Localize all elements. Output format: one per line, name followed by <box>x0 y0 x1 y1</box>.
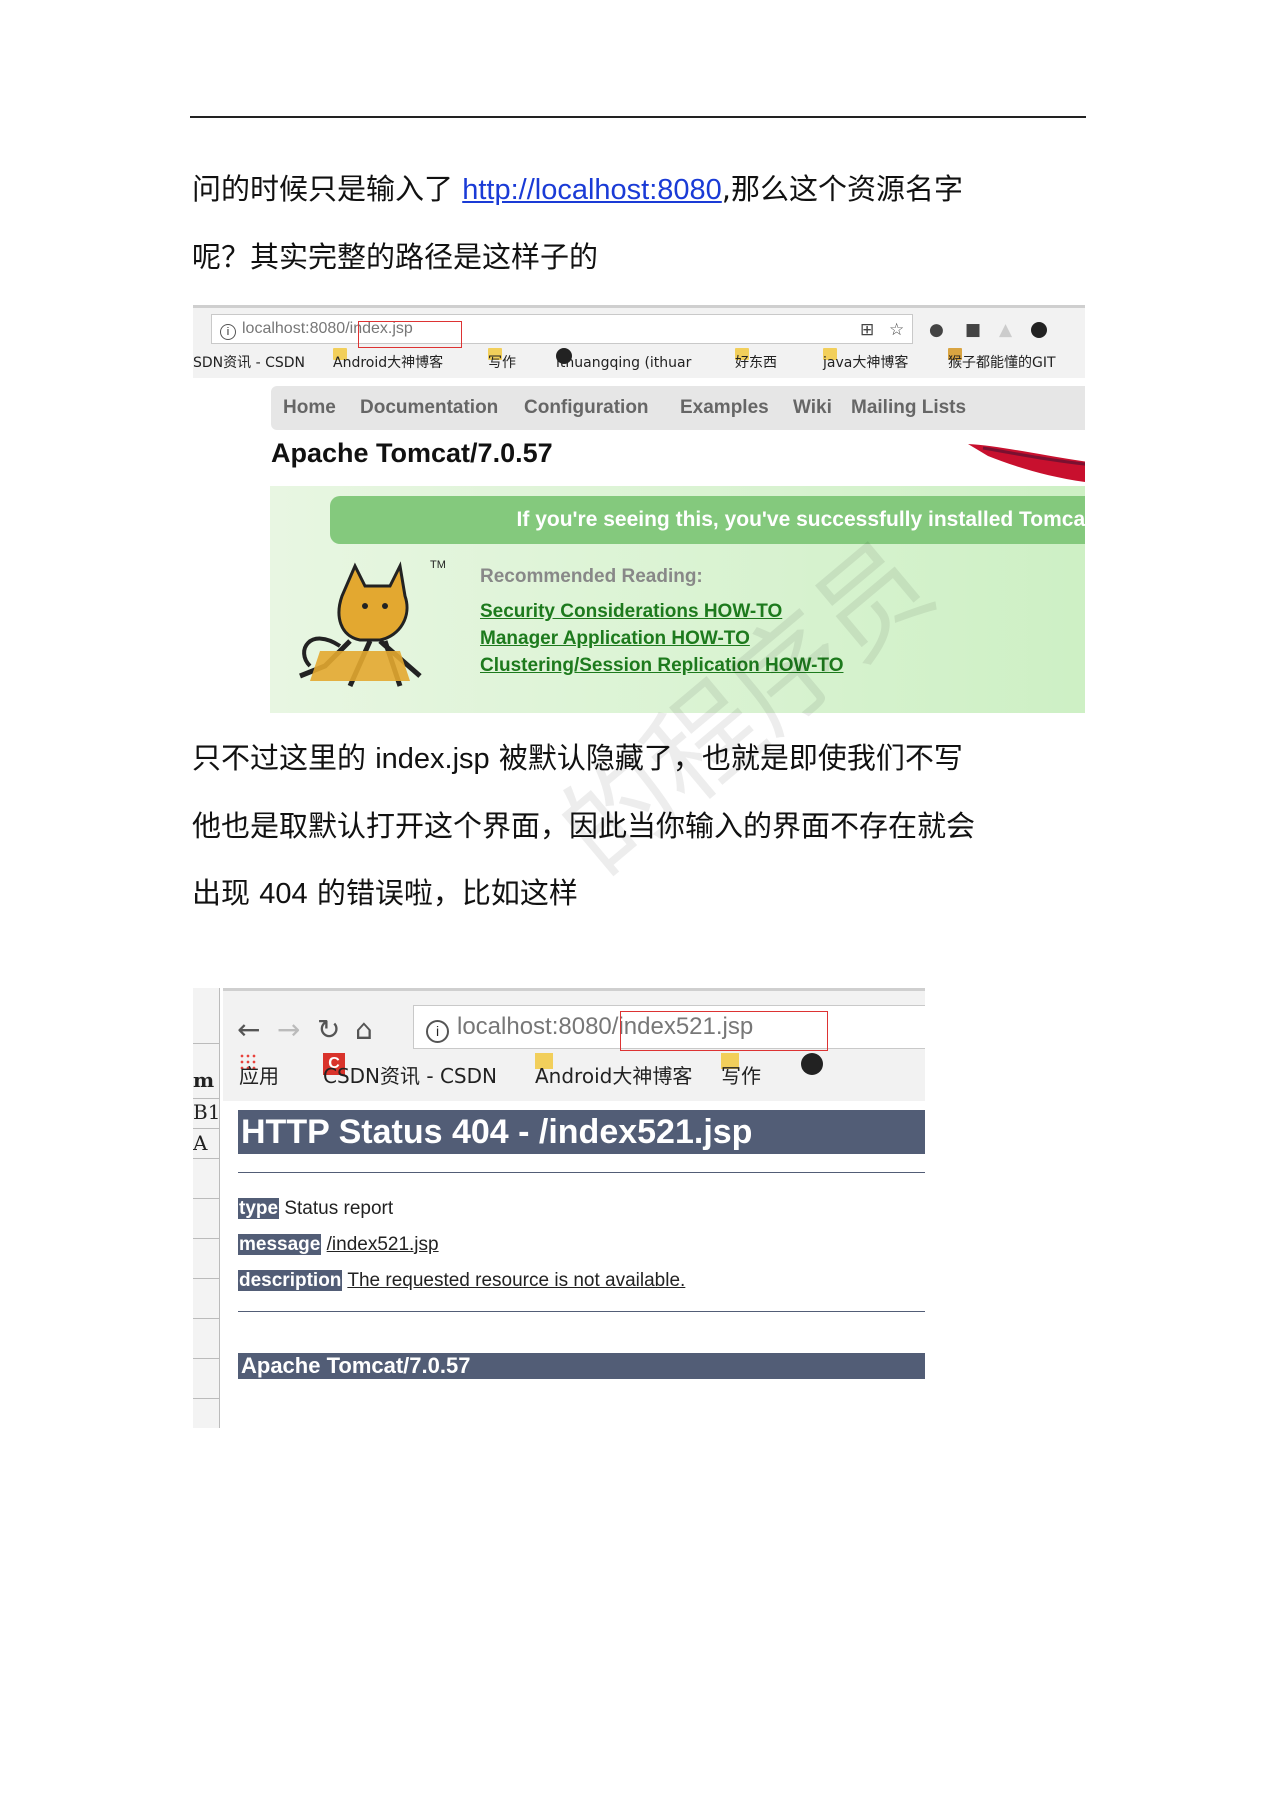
number-text: 404 <box>259 878 308 910</box>
divider <box>193 1278 219 1279</box>
bookmark-label: java大神博客 <box>823 355 909 371</box>
url-host: localhost:8080 <box>457 1013 612 1040</box>
left-tag: m <box>193 1068 215 1092</box>
localhost-link[interactable]: http://localhost:8080 <box>462 174 722 206</box>
browser-chrome: ← → ↻ ⌂ i localhost:8080/index521.jsp 应用 … <box>223 988 925 1101</box>
bookmark-label: 写作 <box>721 1064 761 1088</box>
description-row: description The requested resource is no… <box>238 1270 685 1292</box>
bookmarks-bar: 应用 C CSDN资讯 - CSDN Android大神博客 写作 <box>223 1053 925 1099</box>
forward-arrow-icon[interactable]: → <box>277 1013 300 1046</box>
divider <box>193 1198 219 1199</box>
bulb-icon[interactable]: ● <box>929 320 944 340</box>
info-icon: i <box>426 1020 449 1043</box>
text: 被默认隐藏了，也就是即使我们不写 <box>489 741 963 775</box>
status-heading: HTTP Status 404 - /index521.jsp <box>238 1110 925 1154</box>
text: 问的时候只是输入了 <box>192 172 463 206</box>
text: ,那么这个资源名字 <box>721 172 964 206</box>
home-icon[interactable]: ⌂ <box>355 1013 373 1046</box>
manager-link[interactable]: Manager Application HOW-TO <box>480 628 750 650</box>
trademark-label: TM <box>430 559 446 571</box>
reload-icon[interactable]: ↻ <box>317 1013 340 1046</box>
bookmark-label: 好东西 <box>735 355 777 371</box>
nav-configuration[interactable]: Configuration <box>524 386 649 430</box>
text: 的错误啦，比如这样 <box>307 876 578 910</box>
info-icon: i <box>220 324 236 340</box>
header-rule <box>190 116 1086 118</box>
bookmark-label: 猴子都能懂的GIT <box>948 355 1056 371</box>
extension-icon[interactable]: ■ <box>965 320 981 340</box>
bookmark-label: ithuangqing (ithuar <box>556 355 692 371</box>
star-icon[interactable]: ☆ <box>889 320 904 340</box>
bookmark[interactable]: SDN资讯 - CSDN <box>193 348 305 378</box>
tomcat-nav: Home Documentation Configuration Example… <box>271 386 1085 430</box>
bookmark-label: Android大神博客 <box>535 1064 693 1088</box>
bookmark-label: 写作 <box>488 355 516 371</box>
highlight-box <box>358 321 462 348</box>
message-value: /index521.jsp <box>326 1234 439 1255</box>
message-key: message <box>238 1234 322 1255</box>
address-bar-row: i localhost:8080/index.jsp ⊞ ☆ ● ■ ▲ <box>193 308 1085 348</box>
divider <box>193 1318 219 1319</box>
github-icon[interactable] <box>1031 320 1047 340</box>
url-host: localhost:8080 <box>242 320 346 337</box>
left-panel: m B1 A <box>193 988 220 1428</box>
bookmarks-bar: SDN资讯 - CSDN Android大神博客 写作 ithuangqing … <box>193 348 1085 379</box>
recommended-heading: Recommended Reading: <box>480 566 703 587</box>
bookmark-label: CSDN资讯 - CSDN <box>323 1064 497 1088</box>
bookmark-label: Android大神博客 <box>333 355 444 371</box>
divider <box>193 1398 219 1399</box>
divider <box>193 1358 219 1359</box>
code-text: index.jsp <box>375 743 490 775</box>
divider <box>238 1172 925 1173</box>
divider <box>193 1098 219 1099</box>
clustering-link[interactable]: Clustering/Session Replication HOW-TO <box>480 655 843 677</box>
divider <box>238 1311 925 1312</box>
divider <box>193 1158 219 1159</box>
text: 他也是取默认打开这个界面，因此当你输入的界面不存在就会 <box>192 809 976 843</box>
type-key: type <box>238 1198 280 1219</box>
divider <box>193 1128 219 1129</box>
type-value: Status report <box>284 1198 394 1219</box>
type-row: type Status report <box>238 1198 393 1220</box>
nav-examples[interactable]: Examples <box>680 386 769 430</box>
tomcat-welcome-screenshot: i localhost:8080/index.jsp ⊞ ☆ ● ■ ▲ SDN资… <box>193 305 1085 713</box>
success-banner: If you're seeing this, you've successful… <box>330 496 1085 544</box>
bookmark-label: 应用 <box>239 1064 279 1088</box>
nav-home[interactable]: Home <box>283 386 336 430</box>
text: 出现 <box>192 876 260 910</box>
nav-wiki[interactable]: Wiki <box>793 386 832 430</box>
description-key: description <box>238 1270 343 1291</box>
server-footer: Apache Tomcat/7.0.57 <box>238 1353 925 1379</box>
tomcat-cat-logo: TM <box>299 559 446 688</box>
divider <box>193 1238 219 1239</box>
page-title: Apache Tomcat/7.0.57 <box>271 438 553 468</box>
address-bar[interactable]: i localhost:8080/index.jsp <box>211 314 913 344</box>
tomcat-page: Home Documentation Configuration Example… <box>193 378 1085 713</box>
description-value: The requested resource is not available. <box>347 1270 686 1291</box>
left-tag: B1 <box>193 1100 221 1124</box>
divider <box>193 1043 219 1044</box>
extension-icon[interactable]: ▲ <box>999 320 1012 340</box>
message-row: message /index521.jsp <box>238 1234 439 1256</box>
paragraph-2: 只不过这里的 index.jsp 被默认隐藏了，也就是即使我们不写他也是取默认打… <box>192 725 1072 928</box>
text: 呢？其实完整的路径是这样子的 <box>192 240 599 274</box>
security-link[interactable]: Security Considerations HOW-TO <box>480 601 782 623</box>
nav-documentation[interactable]: Documentation <box>360 386 498 430</box>
text: 只不过这里的 <box>192 741 376 775</box>
http-404-screenshot: m B1 A ← → ↻ ⌂ i localhost:8080/index521.… <box>193 988 925 1428</box>
paragraph-1: 问的时候只是输入了 http://localhost:8080,那么这个资源名字… <box>192 156 1072 291</box>
back-arrow-icon[interactable]: ← <box>237 1013 260 1046</box>
translate-icon[interactable]: ⊞ <box>860 320 874 340</box>
apache-feather-logo: Th <box>968 444 1085 482</box>
left-tag: A <box>193 1131 208 1155</box>
welcome-panel: If you're seeing this, you've successful… <box>270 486 1085 713</box>
nav-mailing-lists[interactable]: Mailing Lists <box>851 386 966 430</box>
highlight-box <box>620 1011 828 1051</box>
